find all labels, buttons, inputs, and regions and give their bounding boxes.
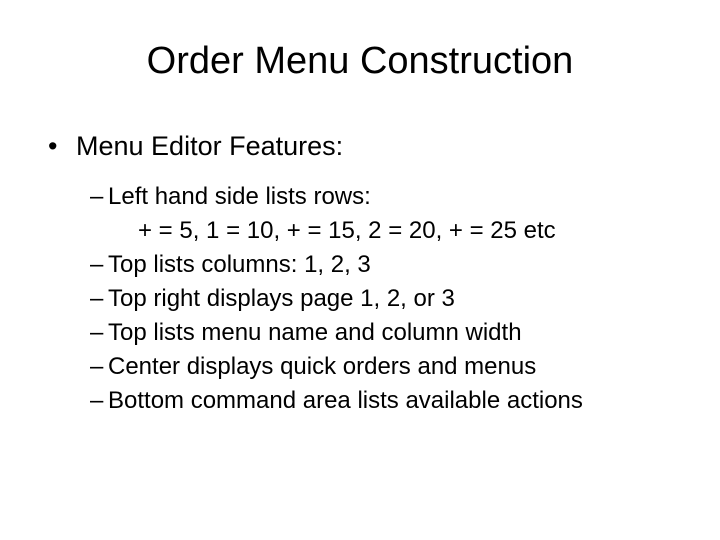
dash-icon: – [90, 384, 108, 418]
slide-title: Order Menu Construction [40, 40, 680, 83]
list-item-text: Bottom command area lists available acti… [108, 387, 583, 414]
dash-icon: – [90, 248, 108, 282]
list-item-text: Top lists columns: 1, 2, 3 [108, 251, 371, 278]
dash-icon: – [90, 180, 108, 214]
dash-icon: – [90, 282, 108, 316]
list-item-text: Left hand side lists rows: [108, 183, 371, 210]
list-item: –Top lists menu name and column width [90, 316, 680, 350]
bullet-icon: • [48, 131, 76, 162]
feature-list: –Left hand side lists rows: + = 5, 1 = 1… [90, 180, 680, 419]
dash-icon: – [90, 316, 108, 350]
list-item: –Bottom command area lists available act… [90, 384, 680, 418]
list-item-text: + = 5, 1 = 10, + = 15, 2 = 20, + = 25 et… [138, 217, 556, 244]
list-item-text: Top right displays page 1, 2, or 3 [108, 285, 455, 312]
feature-heading: •Menu Editor Features: [48, 131, 680, 162]
list-item-text: Center displays quick orders and menus [108, 353, 536, 380]
list-item: –Left hand side lists rows: [90, 180, 680, 214]
list-item: –Top lists columns: 1, 2, 3 [90, 248, 680, 282]
dash-icon: – [90, 350, 108, 384]
list-item-sub: + = 5, 1 = 10, + = 15, 2 = 20, + = 25 et… [138, 214, 680, 248]
list-item: –Center displays quick orders and menus [90, 350, 680, 384]
list-item-text: Top lists menu name and column width [108, 319, 522, 346]
feature-heading-text: Menu Editor Features: [76, 131, 343, 161]
list-item: –Top right displays page 1, 2, or 3 [90, 282, 680, 316]
